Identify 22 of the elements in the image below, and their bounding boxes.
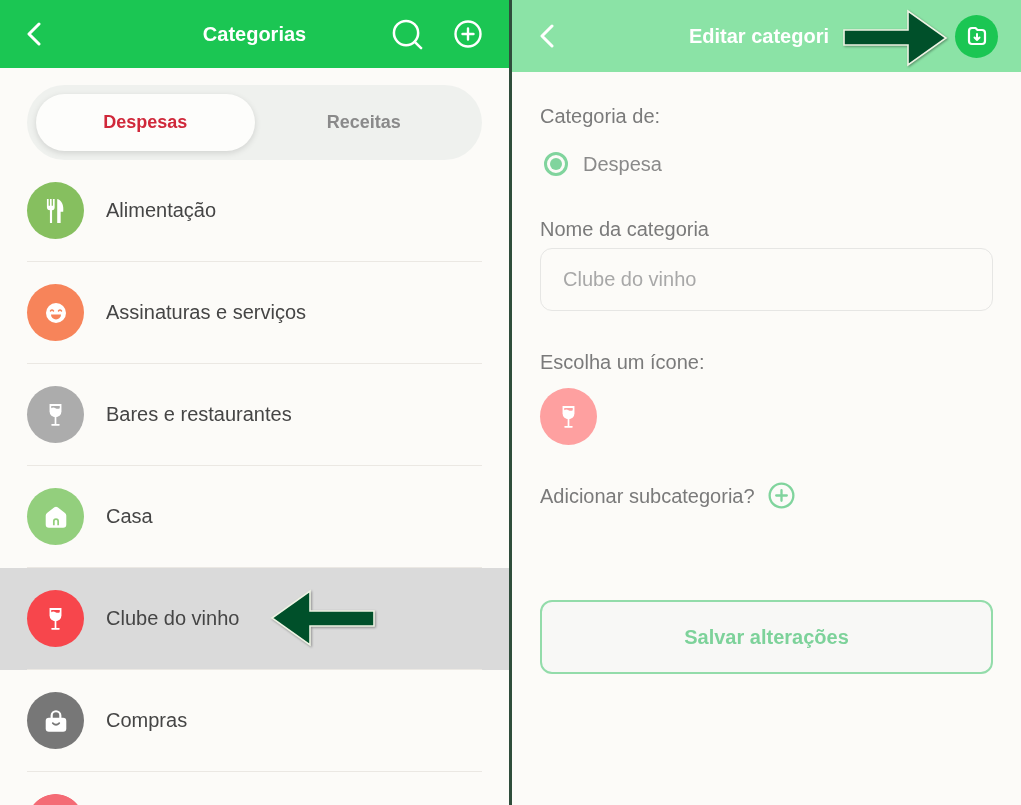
- back-icon[interactable]: [27, 22, 41, 46]
- back-icon[interactable]: [540, 24, 554, 48]
- radio-label: Despesa: [583, 152, 662, 176]
- add-icon[interactable]: [767, 482, 795, 509]
- field-label: Categoria de:: [540, 104, 661, 128]
- field-label: Nome da categoria: [540, 217, 709, 241]
- tab[interactable]: Despesas: [36, 94, 255, 151]
- category-name: Assinaturas e serviços: [106, 301, 307, 324]
- category-name: Compras: [106, 709, 188, 732]
- search-icon[interactable]: [392, 18, 423, 50]
- screen-title: Editar categori: [688, 24, 829, 48]
- radio-button[interactable]: [544, 152, 568, 176]
- folder-download-icon[interactable]: [955, 14, 998, 58]
- category-item[interactable]: Clube do vinho: [0, 568, 509, 670]
- category-name: Casa: [106, 505, 153, 528]
- screen-title: Categorias: [202, 22, 307, 46]
- category-name: Bares e restaurantes: [106, 403, 292, 426]
- field-label: Escolha um ícone:: [540, 350, 705, 374]
- category-name: Alimentação: [106, 199, 217, 222]
- wine-glass-icon[interactable]: [540, 388, 597, 445]
- category-name: Clube do vinho: [106, 607, 240, 630]
- subcategory-label: Adicionar subcategoria?: [540, 483, 755, 508]
